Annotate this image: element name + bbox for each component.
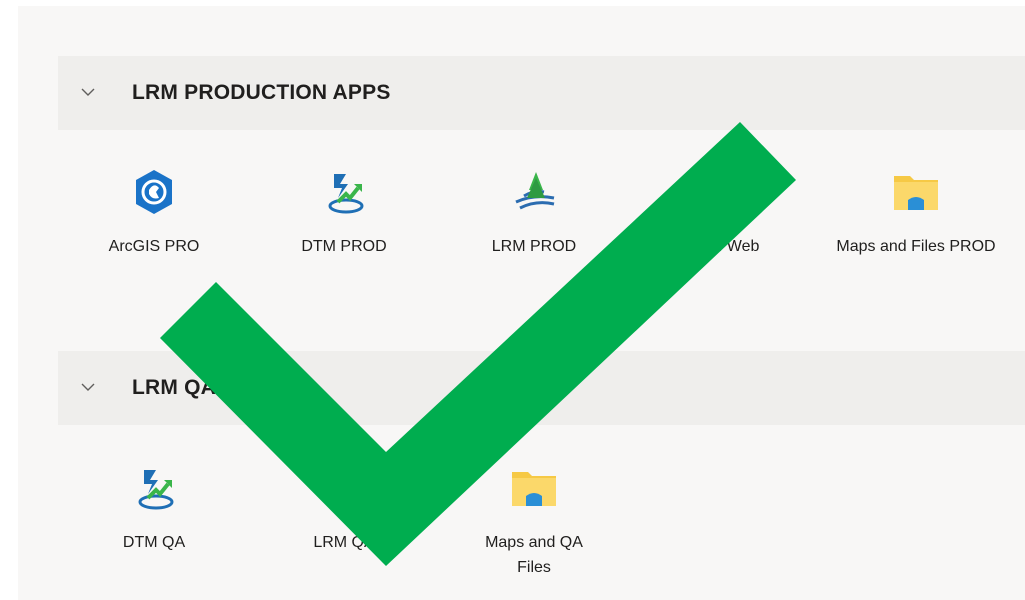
group-title: LRM QA APPS [132,376,279,399]
app-tile-lrm-web[interactable]: LRM Web [644,168,804,259]
app-tile-maps-files-prod[interactable]: Maps and Files PROD [836,168,996,259]
app-label: Maps and QA Files [485,534,583,576]
lrm-web-icon [700,168,748,216]
app-tile-dtm-qa[interactable]: DTM QA [74,464,234,555]
app-tile-lrm-prod[interactable]: LRM PROD [454,168,614,259]
app-label: LRM Web [688,238,760,255]
folder-icon [510,464,558,512]
app-tile-dtm-prod[interactable]: DTM PROD [264,168,424,259]
dtm-icon [130,464,178,512]
group-header-production[interactable]: LRM PRODUCTION APPS [58,56,1025,130]
app-label: LRM PROD [491,238,577,255]
app-label: ArcGIS PRO [108,238,200,255]
lrm-icon [510,168,558,216]
chevron-down-icon[interactable] [78,82,98,102]
chevron-down-icon[interactable] [78,377,98,397]
app-tile-maps-qa-files[interactable]: Maps and QA Files [454,464,614,580]
arcgis-pro-icon [130,168,178,216]
app-label: DTM QA [122,534,186,551]
app-tile-arcgis-pro[interactable]: ArcGIS PRO [74,168,234,259]
group-header-qa[interactable]: LRM QA APPS [58,351,1025,425]
group-title: LRM PRODUCTION APPS [132,81,391,104]
app-tile-lrm-qa[interactable]: LRM QA [264,464,424,555]
lrm-icon [320,464,368,512]
folder-icon [892,168,940,216]
dtm-icon [320,168,368,216]
app-label: DTM PROD [301,238,387,255]
app-label: Maps and Files PROD [836,238,996,255]
app-label: LRM QA [313,534,375,551]
